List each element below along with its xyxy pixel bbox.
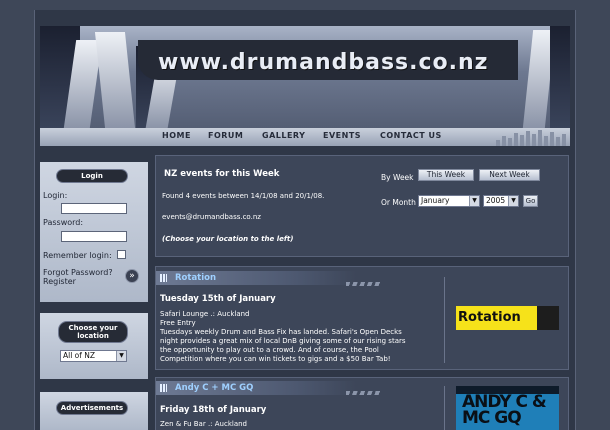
or-month-label: Or Month — [381, 198, 416, 207]
chevron-down-icon: ▼ — [116, 351, 126, 361]
event-date: Friday 18th of January — [160, 405, 267, 415]
events-found-text: Found 4 events between 14/1/08 and 20/1/… — [162, 192, 325, 200]
go-button[interactable]: Go — [523, 195, 538, 207]
header-art — [550, 26, 570, 128]
event-title[interactable]: Rotation — [175, 273, 216, 283]
event-title[interactable]: Andy C + MC GQ — [175, 383, 253, 393]
nav-events[interactable]: EVENTS — [323, 131, 361, 140]
chevron-down-icon: ▼ — [469, 196, 479, 206]
nav-home[interactable]: HOME — [162, 131, 191, 140]
year-select[interactable]: 2005 ▼ — [483, 195, 519, 207]
month-select[interactable]: January ▼ — [418, 195, 480, 207]
event-banner-rotation[interactable]: Rotation — [456, 306, 559, 330]
remember-checkbox[interactable] — [117, 250, 126, 259]
events-week-title: NZ events for this Week — [164, 169, 280, 179]
remember-label: Remember login: — [43, 251, 112, 260]
nav-gallery[interactable]: GALLERY — [262, 131, 305, 140]
year-select-value: 2005 — [486, 196, 506, 205]
event-date: Tuesday 15th of January — [160, 294, 276, 304]
event-venue: Zen & Fu Bar .: Auckland — [160, 420, 247, 428]
location-header: Choose your location — [58, 321, 128, 343]
chevron-down-icon: ▼ — [508, 196, 518, 206]
forgot-password-link[interactable]: Forgot Password? — [43, 268, 113, 277]
banner-graphic — [537, 306, 559, 330]
bullet-icon — [160, 384, 167, 392]
next-week-button[interactable]: Next Week — [479, 169, 540, 181]
ads-header: Advertisements — [56, 401, 128, 415]
events-email[interactable]: events@drumandbass.co.nz — [162, 213, 261, 221]
nav-forum[interactable]: FORUM — [208, 131, 243, 140]
location-hint: (Choose your location to the left) — [162, 235, 294, 243]
login-header: Login — [56, 169, 128, 183]
nav-contact-us[interactable]: CONTACT US — [380, 131, 442, 140]
stripe-decoration — [346, 282, 382, 286]
location-select[interactable]: All of NZ ▼ — [60, 350, 127, 362]
banner-text: Rotation — [458, 310, 521, 325]
login-label: Login: — [43, 191, 68, 200]
password-field[interactable] — [61, 231, 127, 242]
month-select-value: January — [421, 196, 450, 205]
location-select-value: All of NZ — [63, 351, 96, 360]
banner-text: ANDY C & MC GQ — [462, 392, 547, 428]
password-label: Password: — [43, 218, 84, 227]
login-submit-icon[interactable]: » — [125, 269, 139, 283]
event-banner-andy-c[interactable]: ANDY C & MC GQ — [456, 386, 559, 430]
login-field[interactable] — [61, 203, 127, 214]
this-week-button[interactable]: This Week — [418, 169, 474, 181]
equalizer-graphic — [496, 128, 566, 146]
card-divider — [444, 277, 445, 363]
by-week-label: By Week — [381, 173, 414, 182]
site-logo[interactable]: www.drumandbass.co.nz — [158, 50, 488, 75]
header-art — [94, 32, 136, 128]
stripe-decoration — [346, 391, 382, 395]
bullet-icon — [160, 274, 167, 282]
register-link[interactable]: Register — [43, 277, 76, 286]
card-divider — [444, 386, 445, 430]
event-description: Competition where you can win tickets to… — [160, 355, 391, 363]
